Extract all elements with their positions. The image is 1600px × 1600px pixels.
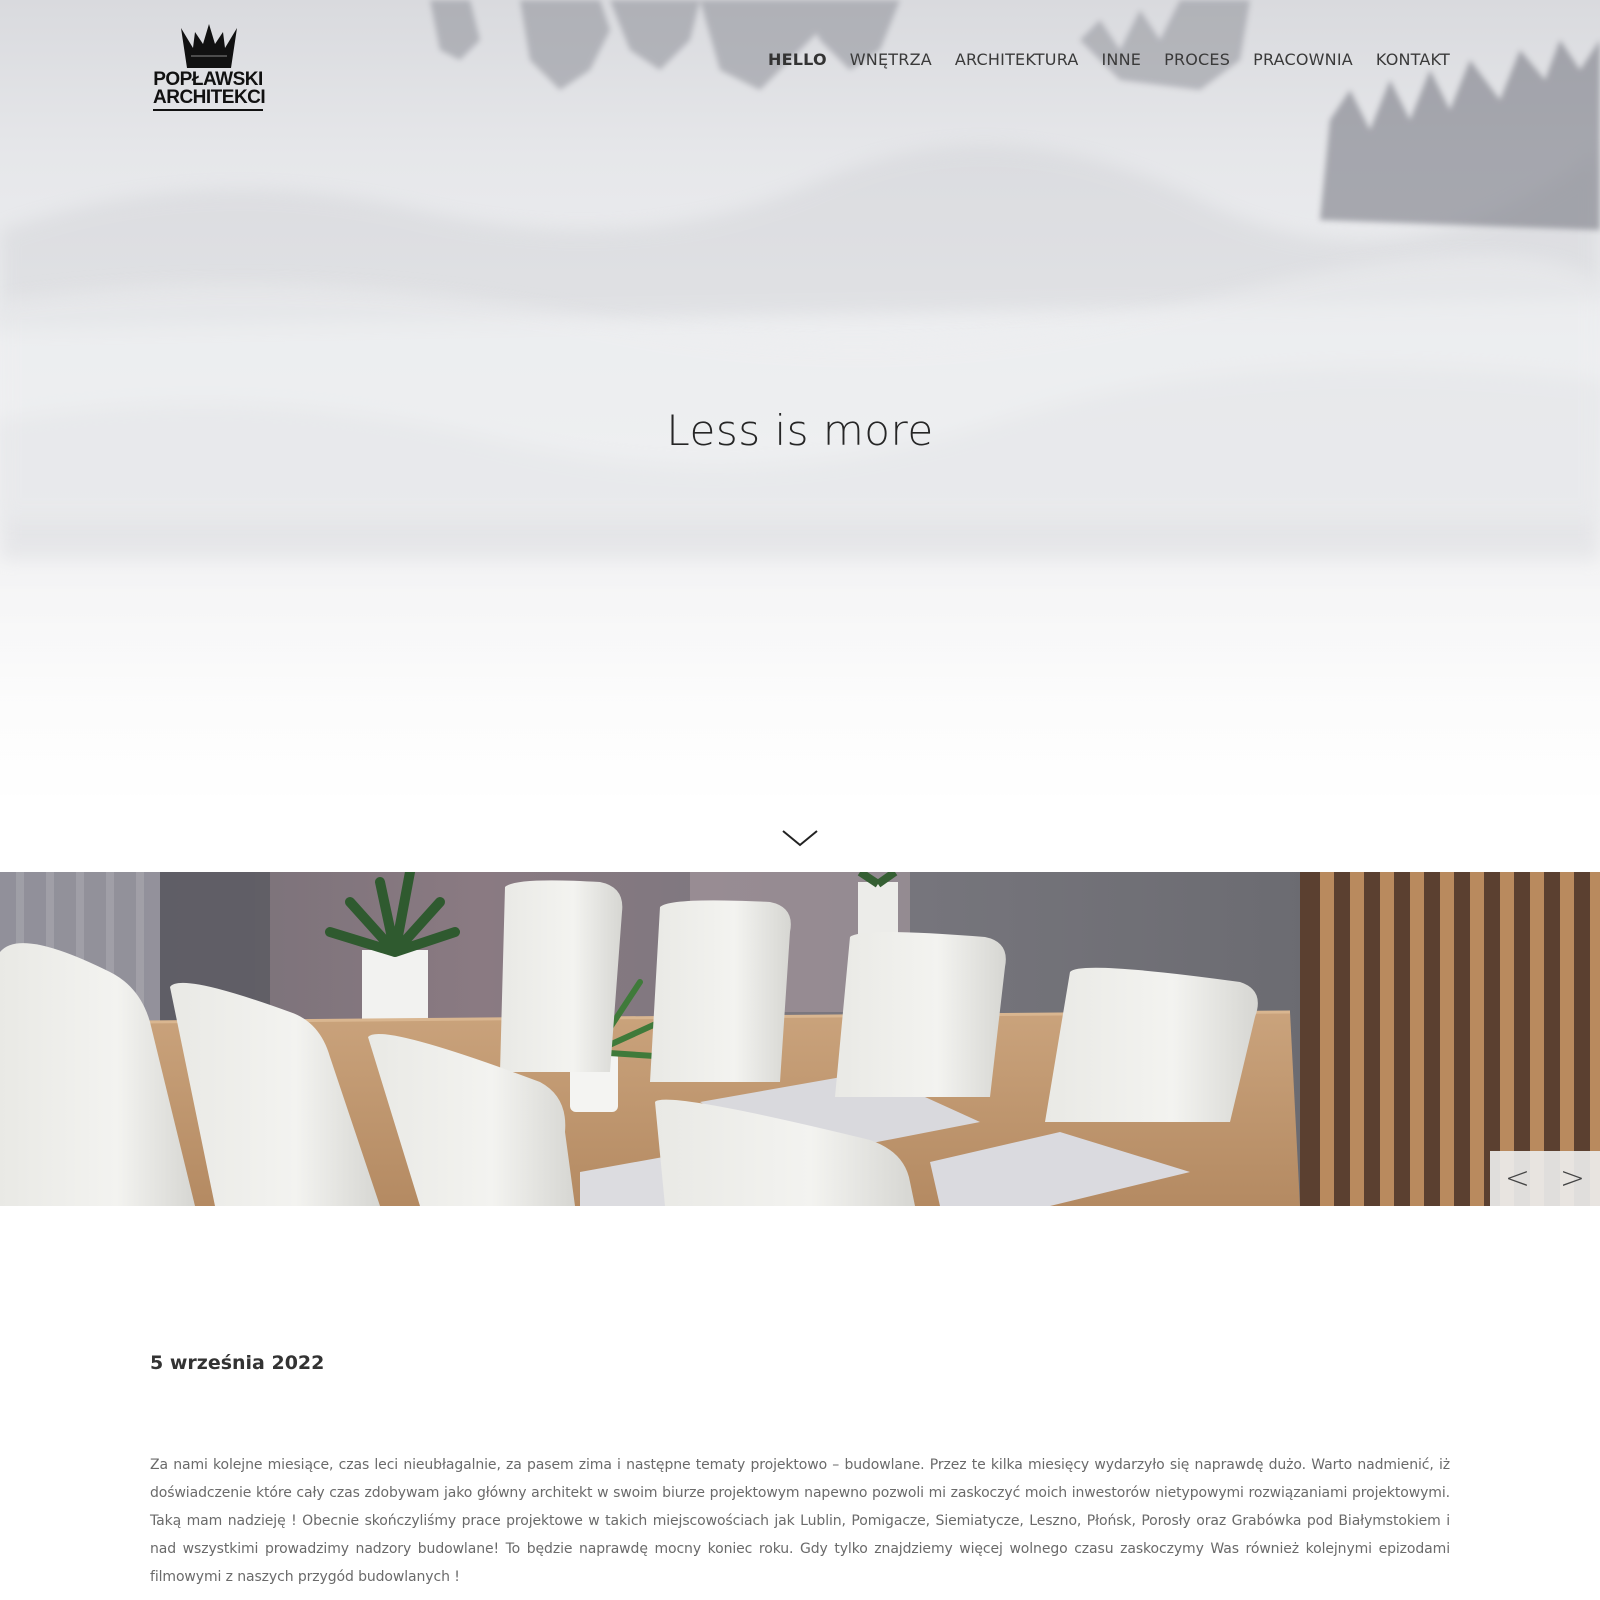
slider-prev-button[interactable]: < <box>1490 1151 1545 1206</box>
nav-item-inne[interactable]: INNE <box>1102 50 1142 69</box>
brand-name-line2: ARCHITEKCI <box>153 88 266 111</box>
post-body: Za nami kolejne miesiące, czas leci nieu… <box>150 1457 1450 1585</box>
hero-section: POPŁAWSKI ARCHITEKCI HELLO WNĘTRZA ARCHI… <box>0 0 1600 872</box>
dining-room-photo <box>0 872 1600 1206</box>
slider-next-button[interactable]: > <box>1545 1151 1600 1206</box>
chevron-down-icon <box>782 830 818 847</box>
hero-tagline: Less is more <box>666 406 934 455</box>
nav-item-wnetrza[interactable]: WNĘTRZA <box>850 50 932 69</box>
nav-item-hello[interactable]: HELLO <box>768 50 827 69</box>
brand-logo[interactable]: POPŁAWSKI ARCHITEKCI <box>153 24 266 111</box>
nav-item-pracownia[interactable]: PRACOWNIA <box>1253 50 1353 69</box>
crown-icon <box>181 24 237 68</box>
slider-controls: < > <box>1490 1151 1600 1206</box>
nav-item-architektura[interactable]: ARCHITEKTURA <box>955 50 1079 69</box>
main-navigation: HELLO WNĘTRZA ARCHITEKTURA INNE PROCES P… <box>768 50 1450 69</box>
nav-item-proces[interactable]: PROCES <box>1164 50 1230 69</box>
nav-item-kontakt[interactable]: KONTAKT <box>1376 50 1450 69</box>
scroll-down-button[interactable] <box>780 826 820 850</box>
project-image-slider: < > <box>0 872 1600 1206</box>
post-date: 5 września 2022 <box>150 1352 325 1374</box>
